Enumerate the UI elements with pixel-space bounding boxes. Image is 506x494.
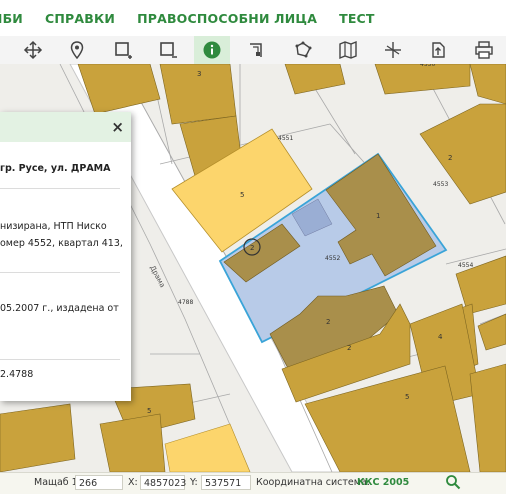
building-floor-label: 2 bbox=[448, 154, 452, 162]
map-toolbar bbox=[0, 36, 506, 65]
menu-item-spravki[interactable]: СПРАВКИ bbox=[45, 11, 115, 26]
info-line: омер 4552, квартал 413, bbox=[0, 238, 123, 249]
building-floor-label: 4 bbox=[438, 333, 443, 341]
parcel-number: 4552 bbox=[325, 255, 340, 262]
crs-select[interactable]: ККС 2005 bbox=[357, 477, 409, 488]
measure-distance-icon bbox=[250, 43, 262, 57]
building-floor-label: 3 bbox=[197, 70, 201, 78]
status-bar: Мащаб 1: 266 X: 4857023 Y: 537571 Коорди… bbox=[0, 472, 506, 494]
info-line: 05.2007 г., издадена от bbox=[0, 303, 119, 314]
split-icon bbox=[385, 42, 401, 58]
export-icon bbox=[432, 42, 445, 58]
parcel-number: 4551 bbox=[278, 135, 293, 142]
pan-tool-button[interactable] bbox=[15, 36, 51, 64]
menu-item-lbi[interactable]: ЛБИ bbox=[0, 11, 23, 26]
measure-distance-button[interactable] bbox=[239, 36, 275, 64]
object-info-panel: × гр. Русе, ул. ДРАМА низирана, НТП Ниск… bbox=[0, 112, 131, 401]
scale-label: Мащаб 1: bbox=[34, 477, 81, 488]
menu-item-test[interactable]: ТЕСТ bbox=[339, 11, 375, 26]
search-icon bbox=[446, 475, 461, 490]
print-button[interactable] bbox=[466, 36, 502, 64]
map-layers-icon bbox=[339, 40, 357, 60]
x-label: X: bbox=[128, 477, 138, 488]
scale-input[interactable]: 266 bbox=[75, 475, 123, 490]
measure-area-button[interactable] bbox=[285, 36, 321, 64]
deselect-rectangle-button[interactable] bbox=[150, 36, 186, 64]
location-tool-button[interactable] bbox=[59, 36, 95, 64]
building-floor-label: 2 bbox=[347, 344, 351, 352]
building-floor-label: 2 bbox=[250, 244, 254, 252]
export-button[interactable] bbox=[420, 36, 456, 64]
info-separator bbox=[0, 188, 120, 189]
building-floor-label: 1 bbox=[376, 212, 380, 220]
info-icon bbox=[203, 41, 221, 59]
building bbox=[99, 413, 166, 472]
info-separator bbox=[0, 272, 120, 273]
info-tool-button[interactable] bbox=[194, 36, 230, 64]
building-floor-label: 5 bbox=[147, 407, 151, 415]
parcel-number: 4554 bbox=[458, 262, 473, 269]
info-line: низирана, НТП Ниско bbox=[0, 221, 107, 232]
menu-item-pravosposobni-lica[interactable]: ПРАВОСПОСОБНИ ЛИЦА bbox=[137, 11, 317, 26]
info-panel-header: × bbox=[0, 112, 131, 142]
building-floor-label: 2 bbox=[326, 318, 330, 326]
parcel-number: 4553 bbox=[433, 181, 448, 188]
select-rectangle-button[interactable] bbox=[105, 36, 141, 64]
y-coordinate-field: 537571 bbox=[201, 475, 251, 490]
parcel-number: 4550 bbox=[420, 64, 435, 68]
pan-icon bbox=[23, 40, 43, 60]
building-floor-label: 5 bbox=[240, 191, 244, 199]
crs-label: Координатна система: bbox=[256, 477, 370, 488]
deselect-rectangle-icon bbox=[160, 42, 177, 58]
location-pin-icon bbox=[70, 41, 84, 60]
x-coordinate-field: 4857023 bbox=[140, 475, 186, 490]
select-rectangle-icon bbox=[115, 42, 132, 59]
parcel-number: 4788 bbox=[178, 299, 193, 306]
search-button[interactable] bbox=[445, 474, 461, 493]
close-icon[interactable]: × bbox=[111, 118, 124, 136]
building-floor-label: 5 bbox=[405, 393, 409, 401]
y-label: Y: bbox=[190, 477, 198, 488]
split-tool-button[interactable] bbox=[375, 36, 411, 64]
map-layers-button[interactable] bbox=[330, 36, 366, 64]
info-address: гр. Русе, ул. ДРАМА bbox=[0, 163, 111, 174]
info-line: 2.4788 bbox=[0, 369, 34, 380]
top-menu-bar: ЛБИ СПРАВКИ ПРАВОСПОСОБНИ ЛИЦА ТЕСТ bbox=[0, 0, 506, 36]
print-icon bbox=[475, 41, 493, 59]
info-separator bbox=[0, 359, 120, 360]
measure-area-icon bbox=[295, 41, 312, 58]
